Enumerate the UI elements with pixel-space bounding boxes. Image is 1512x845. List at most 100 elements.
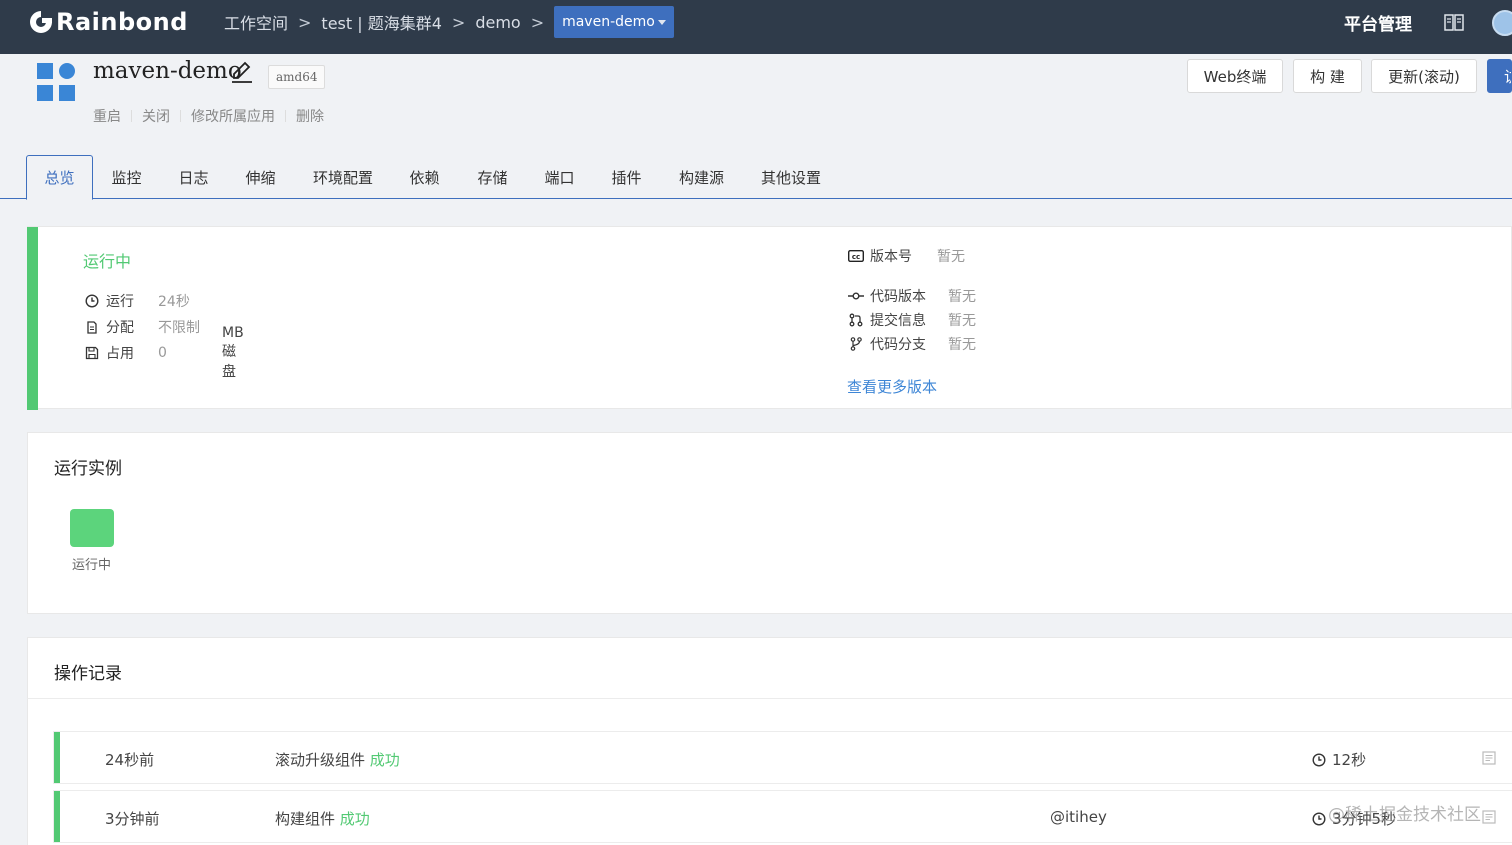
- breadcrumb-separator: >: [451, 12, 466, 32]
- view-log-icon[interactable]: [1481, 809, 1497, 825]
- tab-ports[interactable]: 端口: [533, 155, 586, 199]
- breadcrumb-workspace[interactable]: 工作空间: [224, 10, 288, 34]
- record-user: @itihey: [1050, 808, 1107, 826]
- action-divider: [131, 110, 132, 122]
- tab-monitor[interactable]: 监控: [100, 155, 153, 199]
- clock-icon: [1312, 752, 1326, 767]
- uptime-value: 24秒: [158, 294, 190, 310]
- tab-build-source[interactable]: 构建源: [670, 155, 733, 199]
- document-icon: [83, 318, 101, 336]
- close-action[interactable]: 关闭: [142, 106, 170, 126]
- records-panel-header: 操作记录: [27, 637, 1512, 699]
- tab-overview[interactable]: 总览: [26, 155, 93, 200]
- allocation-label: 分配: [106, 320, 134, 336]
- allocation-row: 分配 不限制: [83, 317, 200, 337]
- pull-request-icon: [847, 311, 865, 329]
- record-result: 成功: [369, 751, 400, 769]
- commit-info-label: 提交信息: [870, 313, 926, 329]
- breadcrumb: 工作空间 > test | 题海集群4 > demo > maven-demo: [224, 0, 674, 44]
- commit-info-row: 提交信息 暂无: [847, 310, 976, 330]
- record-status-bar: [54, 791, 60, 842]
- instance-block[interactable]: [70, 509, 114, 547]
- tab-plugins[interactable]: 插件: [600, 155, 653, 199]
- component-selector-label: maven-demo: [562, 14, 655, 30]
- record-action-text: 构建组件: [275, 810, 336, 828]
- status-panel: 运行中 运行 24秒 分配 不限制 占用 0 MB 磁盘 cc 版本号 暂无 代…: [27, 226, 1512, 410]
- tab-other-settings[interactable]: 其他设置: [752, 155, 830, 199]
- code-branch-row: 代码分支 暂无: [847, 334, 976, 354]
- component-selector[interactable]: maven-demo: [554, 6, 674, 38]
- records-title: 操作记录: [54, 664, 122, 684]
- record-time: 3分钟前: [105, 810, 160, 828]
- code-branch-label: 代码分支: [870, 337, 926, 353]
- edit-pencil-icon[interactable]: [230, 60, 254, 84]
- record-action: 滚动升级组件 成功: [275, 749, 400, 770]
- clock-icon: [1312, 811, 1326, 826]
- caret-down-icon: [657, 19, 666, 25]
- breadcrumb-app[interactable]: demo: [475, 13, 520, 32]
- disk-usage-label: 占用: [106, 346, 134, 362]
- allocation-value: 不限制: [158, 320, 200, 336]
- rolling-update-button[interactable]: 更新(滚动): [1371, 59, 1477, 93]
- tab-storage[interactable]: 存储: [466, 155, 519, 199]
- record-result: 成功: [339, 810, 370, 828]
- code-branch-value: 暂无: [948, 337, 976, 353]
- record-action-text: 滚动升级组件: [275, 751, 366, 769]
- change-app-action[interactable]: 修改所属应用: [191, 106, 275, 126]
- clock-icon: [83, 292, 101, 310]
- version-value: 暂无: [937, 249, 965, 265]
- version-label: 版本号: [870, 249, 912, 265]
- rainbond-logo-icon: [30, 11, 52, 33]
- breadcrumb-separator: >: [530, 12, 545, 32]
- logo-text: Rainbond: [56, 8, 188, 36]
- record-duration: 12秒: [1312, 749, 1366, 770]
- user-avatar[interactable]: [1492, 10, 1512, 36]
- book-icon[interactable]: [1443, 12, 1465, 32]
- action-divider: [180, 110, 181, 122]
- delete-action[interactable]: 删除: [296, 106, 324, 126]
- more-versions-link[interactable]: 查看更多版本: [847, 376, 937, 397]
- record-duration-value: 12秒: [1332, 751, 1367, 769]
- status-indicator-bar: [27, 227, 38, 410]
- logo[interactable]: Rainbond: [28, 6, 188, 38]
- top-navbar: Rainbond 工作空间 > test | 题海集群4 > demo > ma…: [0, 0, 1512, 54]
- web-terminal-button[interactable]: Web终端: [1187, 59, 1283, 93]
- visit-button[interactable]: 访: [1487, 59, 1512, 93]
- table-row: 24秒前 滚动升级组件 成功 12秒: [53, 731, 1512, 784]
- uptime-label: 运行: [106, 294, 134, 310]
- view-log-icon[interactable]: [1481, 750, 1497, 766]
- branch-icon: [847, 335, 865, 353]
- action-divider: [285, 110, 286, 122]
- version-cc-icon: cc: [847, 247, 865, 265]
- breadcrumb-separator: >: [298, 12, 312, 32]
- code-version-row: 代码版本 暂无: [847, 286, 976, 306]
- running-status: 运行中: [83, 252, 132, 271]
- commit-info-value: 暂无: [948, 313, 976, 329]
- record-status-bar: [54, 732, 60, 783]
- tab-dependencies[interactable]: 依赖: [398, 155, 451, 199]
- component-actions: 重启 关闭 修改所属应用 删除: [93, 106, 324, 126]
- breadcrumb-team[interactable]: test | 题海集群4: [321, 10, 441, 34]
- record-time: 24秒前: [105, 751, 155, 769]
- instances-panel: 运行实例 运行中: [27, 432, 1512, 614]
- watermark: @稀土掘金技术社区: [1328, 805, 1481, 825]
- uptime-row: 运行 24秒: [83, 291, 190, 311]
- app-grid-icon: [37, 63, 77, 103]
- svg-text:cc: cc: [852, 253, 860, 261]
- tab-scaling[interactable]: 伸缩: [234, 155, 287, 199]
- build-button[interactable]: 构 建: [1293, 59, 1362, 93]
- platform-admin-link[interactable]: 平台管理: [1344, 10, 1412, 35]
- record-action: 构建组件 成功: [275, 808, 370, 829]
- code-version-label: 代码版本: [870, 289, 926, 305]
- disk-usage-unit: MB 磁盘: [222, 325, 244, 380]
- instances-title: 运行实例: [54, 459, 122, 479]
- visit-button-label: 访: [1504, 66, 1511, 87]
- arch-badge: amd64: [268, 65, 326, 89]
- tab-logs[interactable]: 日志: [167, 155, 220, 199]
- component-name: maven-demo: [93, 58, 242, 84]
- table-row: 3分钟前 构建组件 成功 @itihey 3分钟5秒: [53, 790, 1512, 843]
- code-version-value: 暂无: [948, 289, 976, 305]
- tab-env-config[interactable]: 环境配置: [304, 155, 382, 199]
- version-row: cc 版本号 暂无: [847, 246, 965, 266]
- restart-action[interactable]: 重启: [93, 106, 121, 126]
